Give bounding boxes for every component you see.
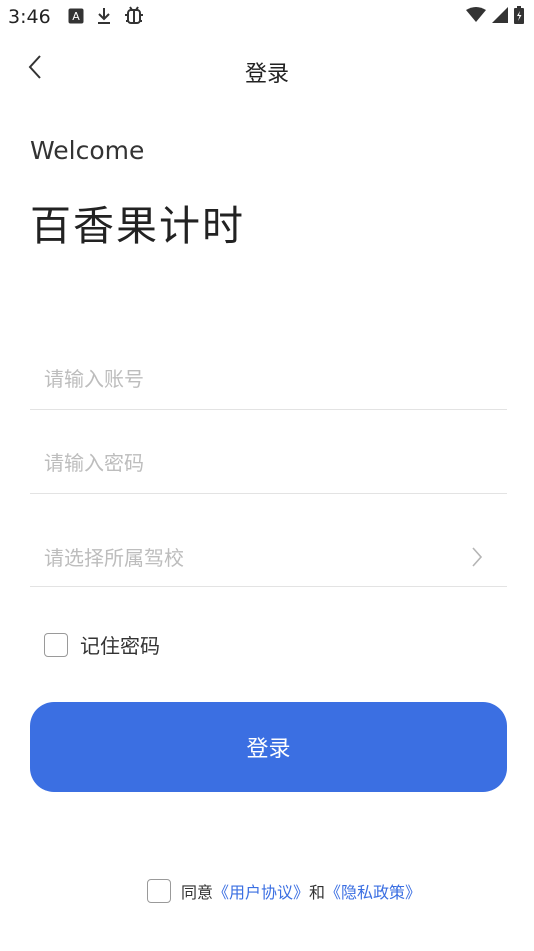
account-input[interactable]	[44, 361, 484, 397]
app-name: 百香果计时	[30, 202, 245, 250]
status-icons-left: A	[68, 5, 144, 31]
school-select[interactable]: 请选择所属驾校	[30, 528, 507, 587]
debug-bug-icon	[124, 5, 144, 31]
battery-icon	[514, 6, 524, 28]
remember-password-checkbox[interactable]	[44, 632, 68, 657]
download-icon	[96, 6, 112, 30]
remember-password-label: 记住密码	[80, 634, 160, 658]
agreement-row: 同意 《用户协议》 和 《隐私政策》	[147, 879, 421, 903]
password-input[interactable]	[44, 445, 484, 481]
school-select-placeholder: 请选择所属驾校	[44, 546, 184, 570]
signal-icon	[492, 7, 508, 27]
agreement-checkbox[interactable]	[147, 879, 171, 903]
privacy-policy-link[interactable]: 《隐私政策》	[325, 879, 421, 903]
status-bar: 3:46 A	[0, 0, 534, 34]
agreement-prefix: 同意	[181, 883, 214, 902]
password-field	[30, 435, 507, 494]
welcome-text: Welcome	[30, 136, 145, 165]
svg-text:A: A	[72, 10, 80, 23]
wifi-icon	[466, 7, 486, 27]
account-field	[30, 351, 507, 410]
remember-password[interactable]: 记住密码	[44, 630, 160, 659]
nav-bar: 登录	[0, 48, 534, 92]
page-title: 登录	[244, 62, 289, 87]
user-agreement-link[interactable]: 《用户协议》	[213, 879, 309, 903]
agreement-conjunction: 和	[309, 883, 326, 902]
status-icons-right	[466, 6, 524, 28]
chevron-right-icon	[471, 546, 487, 568]
login-button[interactable]: 登录	[30, 702, 507, 792]
notification-a-icon: A	[68, 8, 84, 28]
status-time: 3:46	[8, 6, 51, 28]
